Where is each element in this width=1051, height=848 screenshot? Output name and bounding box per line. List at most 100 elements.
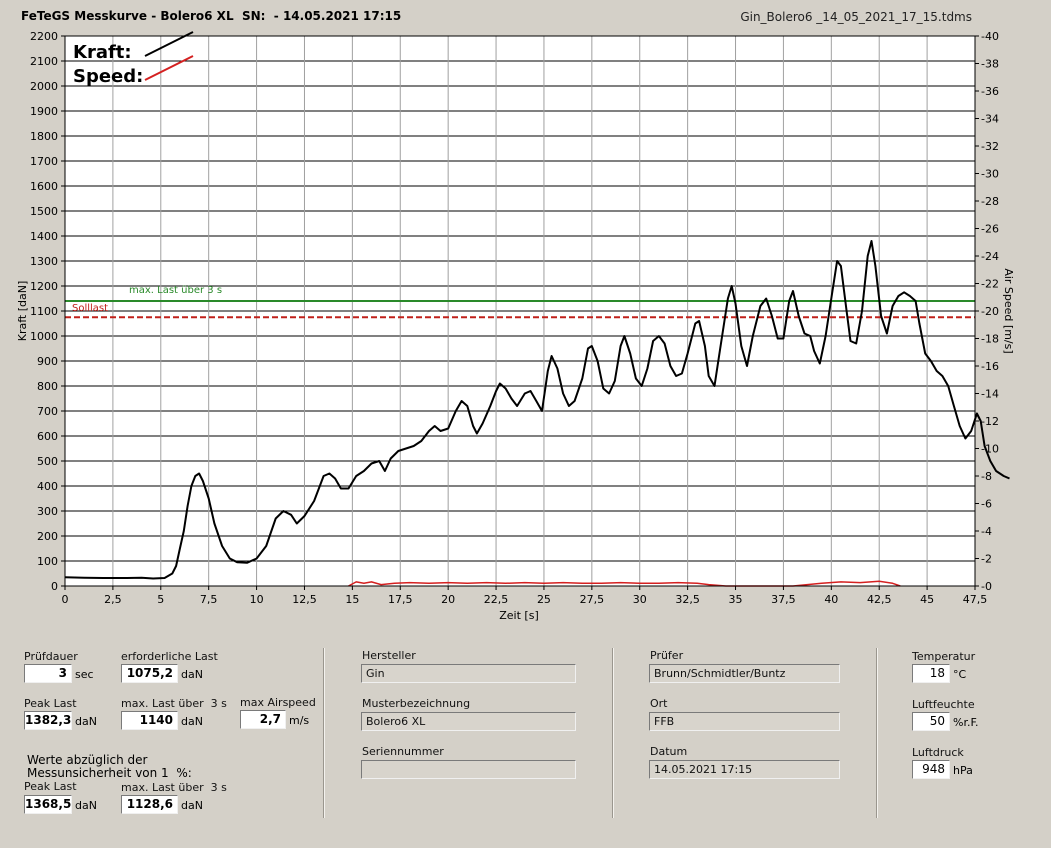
y2-tick-label: -22 [981, 278, 999, 291]
panel-divider [323, 648, 325, 818]
x-tick-label: 25 [537, 593, 551, 606]
y-tick-label: 1000 [30, 330, 58, 343]
max-last-value: 1140 [121, 711, 178, 730]
pruefdauer-value: 3 [24, 664, 72, 683]
y-tick-label: 0 [51, 580, 58, 593]
report-title: FeTeGS Messkurve - Bolero6 XL SN: - 14.0… [21, 9, 402, 23]
y-tick-label: 500 [37, 455, 58, 468]
y-tick-label: 2200 [30, 30, 58, 43]
y2-tick-label: -6 [981, 498, 992, 511]
y2-tick-label: -18 [981, 333, 999, 346]
max-last-line-label: max. Last über 3 s [129, 285, 222, 296]
seriennummer-label: Seriennummer [362, 745, 444, 758]
y2-tick-label: -8 [981, 470, 992, 483]
pruefer-field[interactable]: Brunn/Schmidtler/Buntz [649, 664, 840, 683]
x-axis-title: Zeit [s] [499, 609, 538, 622]
erf-last-unit: daN [181, 668, 203, 681]
luftdruck-label: Luftdruck [912, 746, 964, 759]
max-airspeed-value: 2,7 [240, 710, 286, 729]
x-tick-label: 7,5 [200, 593, 218, 606]
peak-last-adjusted-value: 1368,5 [24, 795, 72, 814]
y-tick-label: 1900 [30, 105, 58, 118]
temperatur-value: 18 [912, 664, 950, 683]
y-tick-label: 1800 [30, 130, 58, 143]
x-tick-label: 37,5 [771, 593, 796, 606]
file-name: Gin_Bolero6 _14_05_2021_17_15.tdms [740, 10, 972, 24]
y2-tick-label: -10 [981, 443, 999, 456]
y-tick-label: 200 [37, 530, 58, 543]
x-tick-label: 30 [633, 593, 647, 606]
erf-last-value: 1075,2 [121, 664, 178, 683]
luftfeuchte-value: 50 [912, 712, 950, 731]
x-tick-label: 42,5 [867, 593, 892, 606]
x-tick-label: 32,5 [675, 593, 700, 606]
y-tick-label: 1200 [30, 280, 58, 293]
pruefdauer-unit: sec [75, 668, 94, 681]
seriennummer-field[interactable] [361, 760, 576, 779]
y-tick-label: 1500 [30, 205, 58, 218]
temperatur-unit: °C [953, 668, 967, 681]
solllast-line-label: Solllast [72, 303, 108, 314]
y2-tick-label: -14 [981, 388, 999, 401]
y-tick-label: 600 [37, 430, 58, 443]
hersteller-label: Hersteller [362, 649, 416, 662]
temperatur-label: Temperatur [912, 650, 976, 663]
x-tick-label: 10 [250, 593, 264, 606]
ort-label: Ort [650, 697, 668, 710]
peak-last-value: 1382,3 [24, 711, 72, 730]
panel-divider [876, 648, 878, 818]
max-last-label: max. Last über 3 s [121, 697, 227, 710]
y2-tick-label: -28 [981, 195, 999, 208]
y2-tick-label: -12 [981, 415, 999, 428]
datum-label: Datum [650, 745, 688, 758]
y-tick-label: 100 [37, 555, 58, 568]
y-tick-label: 1300 [30, 255, 58, 268]
y-axis-title: Kraft [daN] [16, 281, 29, 342]
y2-tick-label: -40 [981, 30, 999, 43]
y2-tick-label: -24 [981, 250, 999, 263]
hersteller-field[interactable]: Gin [361, 664, 576, 683]
x-tick-label: 15 [345, 593, 359, 606]
y-tick-label: 2100 [30, 55, 58, 68]
y2-axis-title: Air Speed [m/s] [1002, 268, 1015, 353]
peak-last-adjusted-unit: daN [75, 799, 97, 812]
max-airspeed-label: max Airspeed [240, 696, 316, 709]
x-tick-label: 40 [824, 593, 838, 606]
peak-last-label: Peak Last [24, 697, 77, 710]
x-tick-label: 12,5 [292, 593, 317, 606]
ort-field[interactable]: FFB [649, 712, 840, 731]
y-tick-label: 2000 [30, 80, 58, 93]
y-tick-label: 1600 [30, 180, 58, 193]
y-tick-label: 1700 [30, 155, 58, 168]
luftfeuchte-label: Luftfeuchte [912, 698, 975, 711]
luftdruck-unit: hPa [953, 764, 973, 777]
y-tick-label: 800 [37, 380, 58, 393]
x-tick-label: 35 [729, 593, 743, 606]
uncertainty-note-line2: Messunsicherheit von 1 %: [27, 766, 192, 780]
max-last-adjusted-unit: daN [181, 799, 203, 812]
x-tick-label: 22,5 [484, 593, 509, 606]
musterbezeichnung-field[interactable]: Bolero6 XL [361, 712, 576, 731]
y2-tick-label: -20 [981, 305, 999, 318]
y2-tick-label: -34 [981, 113, 999, 126]
x-tick-label: 27,5 [580, 593, 605, 606]
panel-divider [612, 648, 614, 818]
max-airspeed-unit: m/s [289, 714, 310, 727]
peak-last-unit: daN [75, 715, 97, 728]
x-tick-label: 2,5 [104, 593, 122, 606]
erf-last-label: erforderliche Last [121, 650, 218, 663]
y-tick-label: 1100 [30, 305, 58, 318]
y-tick-label: 700 [37, 405, 58, 418]
luftdruck-value: 948 [912, 760, 950, 779]
x-tick-label: 47,5 [963, 593, 988, 606]
peak-last-adjusted-label: Peak Last [24, 780, 77, 793]
datum-field[interactable]: 14.05.2021 17:15 [649, 760, 840, 779]
pruefer-label: Prüfer [650, 649, 684, 662]
y-tick-label: 1400 [30, 230, 58, 243]
y-tick-label: 400 [37, 480, 58, 493]
x-tick-label: 5 [157, 593, 164, 606]
y-tick-label: 300 [37, 505, 58, 518]
y2-tick-label: -38 [981, 58, 999, 71]
x-tick-label: 0 [62, 593, 69, 606]
y2-tick-label: -4 [981, 525, 992, 538]
